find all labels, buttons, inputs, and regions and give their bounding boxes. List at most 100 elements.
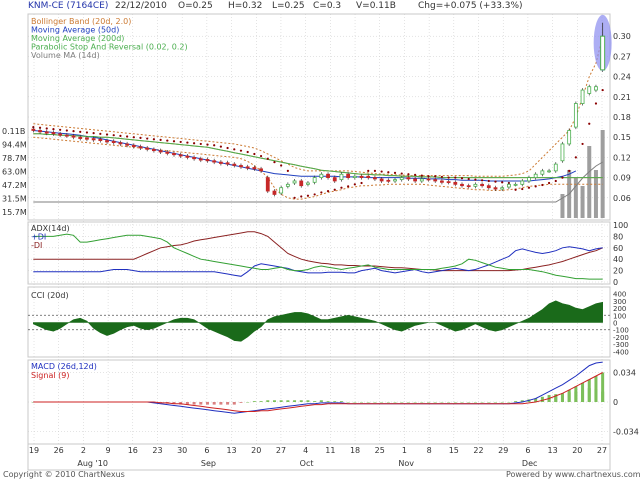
open-label: O=0.25 (178, 1, 213, 11)
volume-bar (600, 130, 605, 218)
psar-dot (233, 148, 236, 151)
x-tick-label: 8 (427, 446, 432, 455)
macd-histogram-bar (346, 402, 350, 403)
macd-histogram-bar (413, 402, 417, 403)
candle-down (359, 175, 364, 178)
psar-dot (581, 142, 584, 146)
x-tick-label: 20 (251, 446, 261, 455)
macd-histogram-bar (507, 402, 511, 403)
psar-dot (460, 177, 464, 180)
candle-up (339, 173, 344, 181)
psar-dot (320, 191, 323, 194)
macd-tick-label: -0.034 (613, 427, 639, 436)
candle-up (319, 173, 324, 179)
macd-histogram-bar (272, 400, 276, 402)
psar-dot (588, 122, 591, 125)
price-tick-label: 0.06 (613, 194, 631, 203)
psar-dot (253, 152, 256, 156)
psar-dot (59, 128, 62, 131)
macd-histogram-bar (487, 402, 491, 403)
candle-down (98, 138, 103, 141)
high-label: H=0.32 (228, 1, 262, 11)
volume-tick-label: 15.7M (2, 208, 27, 217)
macd-histogram-bar (440, 402, 444, 403)
candle-down (379, 178, 384, 182)
psar-dot (45, 127, 48, 130)
macd-histogram-bar (259, 401, 263, 402)
macd-histogram-bar (380, 402, 384, 403)
macd-histogram-bar (594, 376, 598, 402)
candle-down (406, 177, 411, 180)
candle-down (413, 178, 418, 182)
candle-down (91, 138, 96, 141)
macd-histogram-bar (420, 402, 424, 403)
psar-dot (494, 180, 497, 183)
candle-down (212, 160, 217, 163)
candle-down (131, 144, 136, 148)
macd-histogram-bar (567, 389, 571, 402)
x-tick-label: 4 (303, 446, 308, 455)
volume-bar (587, 146, 592, 218)
adx-legend-item: -DI (31, 241, 42, 250)
psar-dot (480, 179, 484, 182)
candle-down (259, 168, 263, 172)
candle-down (252, 167, 257, 170)
macd-histogram-bar (574, 386, 578, 402)
macd-histogram-bar (252, 401, 256, 402)
candle-down (373, 177, 377, 180)
macd-histogram-bar (246, 402, 250, 403)
macd-tick-label: 0 (613, 398, 618, 407)
candle-down (198, 158, 203, 161)
x-tick-label: 6 (204, 446, 209, 455)
adx-tick-label: 20 (613, 267, 623, 276)
candle-up (560, 143, 565, 162)
candle-up (553, 163, 558, 172)
candle-down (192, 156, 196, 160)
candle-down (64, 134, 69, 137)
candle-down (486, 185, 491, 189)
chart-background (0, 0, 640, 480)
price-tick-label: 0.21 (613, 93, 631, 102)
psar-dot (300, 195, 303, 198)
macd-histogram-bar (393, 402, 397, 403)
candle-down (31, 128, 36, 131)
candle-down (433, 179, 438, 182)
candle-down (138, 146, 143, 149)
x-tick-label: 29 (498, 446, 508, 455)
cci-legend-item: CCI (20d) (31, 291, 69, 300)
macd-histogram-bar (319, 400, 323, 402)
macd-histogram-bar (473, 402, 477, 403)
candle-down (218, 161, 223, 164)
psar-dot (574, 156, 577, 159)
macd-histogram-bar (400, 402, 404, 403)
adx-tick-label: 0 (613, 278, 618, 287)
psar-dot (454, 176, 457, 179)
x-tick-label: 2 (81, 446, 86, 455)
change-label: Chg=+0.075 (+33.3%) (418, 1, 523, 11)
psar-dot (259, 154, 263, 158)
candle-down (453, 181, 458, 185)
psar-dot (286, 169, 289, 172)
price-tick-label: 0.30 (613, 32, 631, 41)
macd-histogram-bar (433, 402, 437, 403)
macd-histogram-bar (239, 402, 243, 403)
x-tick-label: 13 (548, 446, 558, 455)
psar-dot (534, 185, 537, 188)
psar-dot (85, 131, 89, 134)
psar-dot (487, 179, 490, 183)
macd-histogram-bar (339, 401, 343, 402)
candle-down (105, 140, 109, 143)
macd-histogram-bar (192, 402, 196, 405)
candle-down (366, 175, 371, 178)
psar-dot (172, 140, 176, 143)
macd-histogram-bar (279, 400, 283, 402)
macd-histogram-bar (493, 402, 497, 403)
volume-tick-label: 0.11B (2, 127, 25, 136)
candle-up (352, 175, 357, 178)
x-tick-label: 15 (449, 446, 459, 455)
x-tick-label: 22 (473, 446, 483, 455)
macd-histogram-bar (514, 401, 518, 402)
candle-down (346, 173, 351, 179)
psar-dot (266, 157, 269, 160)
psar-dot (527, 186, 531, 189)
